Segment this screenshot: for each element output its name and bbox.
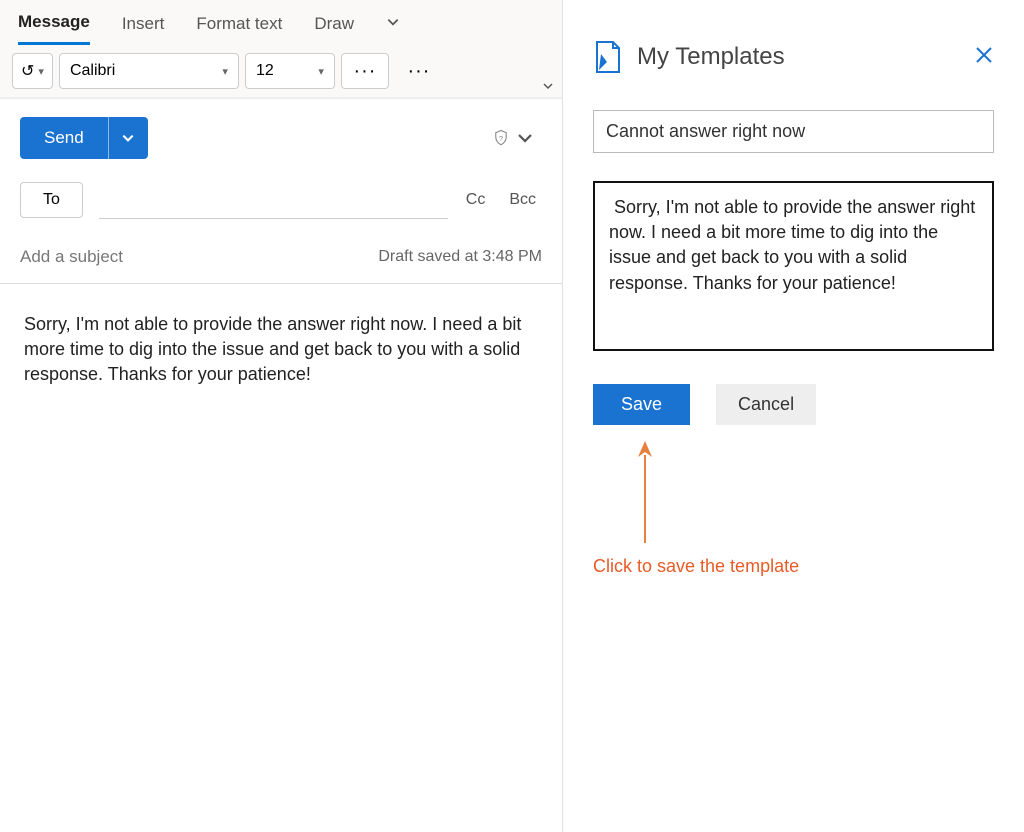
template-buttons: Save Cancel bbox=[593, 384, 994, 425]
cc-button[interactable]: Cc bbox=[460, 191, 492, 209]
templates-title: My Templates bbox=[637, 43, 785, 71]
toolbar-overflow-button-2[interactable]: ··· bbox=[395, 53, 443, 89]
to-button[interactable]: To bbox=[20, 182, 83, 218]
shield-icon: ? bbox=[492, 129, 510, 147]
chevron-down-icon bbox=[516, 129, 534, 147]
annotation-arrow-icon bbox=[635, 435, 994, 550]
bcc-button[interactable]: Bcc bbox=[503, 191, 542, 209]
font-family-select[interactable]: Calibri ▾ bbox=[59, 53, 239, 89]
close-icon bbox=[974, 45, 994, 65]
toolbar-overflow-button[interactable]: ··· bbox=[341, 53, 389, 89]
undo-icon: ↺ bbox=[21, 61, 34, 81]
formatting-toolbar: ↺ ▾ Calibri ▾ 12 ▾ ··· ··· bbox=[0, 45, 562, 98]
subject-row: Add a subject Draft saved at 3:48 PM bbox=[0, 227, 562, 284]
tab-overflow-chevron-icon[interactable] bbox=[386, 14, 400, 44]
chevron-down-icon bbox=[121, 131, 135, 145]
tab-draw[interactable]: Draw bbox=[314, 14, 354, 44]
message-compose-area: Send ? To Cc Bcc Add a subject Draft sav… bbox=[0, 98, 562, 832]
annotation-text: Click to save the template bbox=[593, 556, 994, 577]
chevron-down-icon: ▾ bbox=[222, 65, 228, 78]
sensitivity-button[interactable]: ? bbox=[492, 129, 542, 147]
send-button-group: Send bbox=[20, 117, 148, 159]
chevron-down-icon: ▾ bbox=[318, 65, 324, 78]
font-size-label: 12 bbox=[256, 62, 274, 80]
send-row: Send ? bbox=[0, 99, 562, 173]
templates-icon bbox=[593, 40, 623, 74]
font-name-label: Calibri bbox=[70, 62, 115, 80]
template-name-input[interactable] bbox=[593, 110, 994, 153]
tab-insert[interactable]: Insert bbox=[122, 14, 165, 44]
message-body-input[interactable]: Sorry, I'm not able to provide the answe… bbox=[0, 284, 562, 416]
tab-format-text[interactable]: Format text bbox=[196, 14, 282, 44]
close-button[interactable] bbox=[974, 44, 994, 72]
draft-saved-label: Draft saved at 3:48 PM bbox=[378, 248, 542, 266]
compose-pane: Message Insert Format text Draw ↺ ▾ Cali… bbox=[0, 0, 562, 832]
to-input[interactable] bbox=[99, 181, 448, 219]
ribbon-expand-chevron-icon[interactable] bbox=[542, 80, 554, 95]
tab-message[interactable]: Message bbox=[18, 12, 90, 45]
save-button[interactable]: Save bbox=[593, 384, 690, 425]
template-body-input[interactable] bbox=[593, 181, 994, 351]
send-button[interactable]: Send bbox=[20, 117, 108, 159]
recipients-row: To Cc Bcc bbox=[0, 173, 562, 227]
svg-text:?: ? bbox=[499, 134, 503, 143]
my-templates-pane: My Templates Save Cancel Click to save t… bbox=[562, 0, 1024, 832]
font-size-select[interactable]: 12 ▾ bbox=[245, 53, 335, 89]
cancel-button[interactable]: Cancel bbox=[716, 384, 816, 425]
send-dropdown-button[interactable] bbox=[108, 117, 148, 159]
chevron-down-icon: ▾ bbox=[38, 65, 44, 78]
templates-header: My Templates bbox=[593, 40, 994, 74]
undo-button[interactable]: ↺ ▾ bbox=[12, 53, 53, 89]
ribbon-tabs: Message Insert Format text Draw bbox=[0, 0, 562, 45]
subject-input[interactable]: Add a subject bbox=[20, 247, 123, 267]
